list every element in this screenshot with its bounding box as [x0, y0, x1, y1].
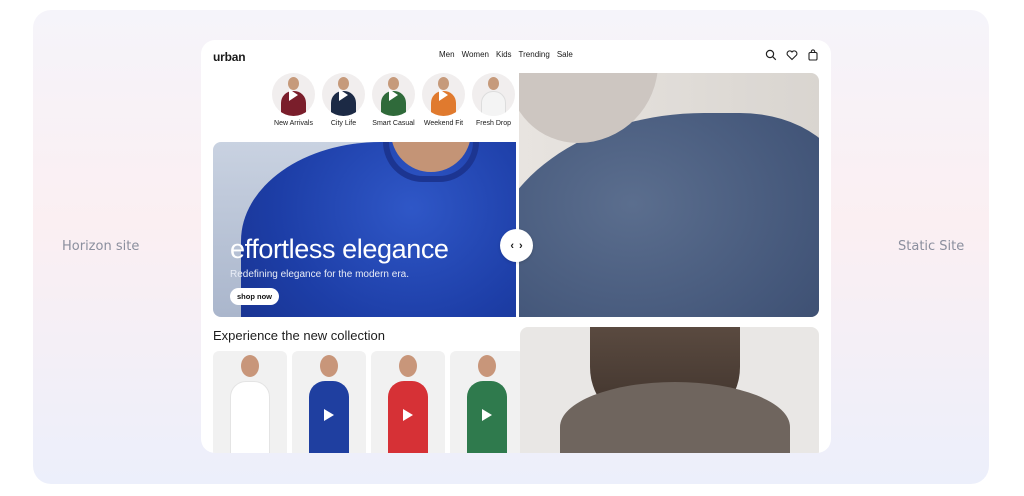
story-thumbnail [472, 73, 515, 116]
nav-women[interactable]: Women [462, 50, 489, 59]
hero-subtitle: Redefining elegance for the modern era. [230, 269, 410, 280]
product-card[interactable] [213, 351, 287, 453]
play-icon [439, 89, 448, 101]
horizon-site-label: Horizon site [62, 239, 140, 254]
story-label: Weekend Fit [423, 120, 464, 127]
static-hero-image [518, 73, 819, 317]
story-thumbnail [372, 73, 415, 116]
bag-icon[interactable] [807, 48, 819, 61]
nav-kids[interactable]: Kids [496, 50, 512, 59]
logo[interactable]: urban [213, 50, 246, 64]
hero-title: effortless elegance [230, 234, 449, 264]
chevron-right-icon: › [519, 239, 523, 252]
story-fresh-drop[interactable]: Fresh Drop [471, 73, 516, 127]
story-label: New Arrivals [274, 120, 313, 127]
story-thumbnail [422, 73, 465, 116]
chevron-left-icon: ‹ [510, 239, 514, 252]
main-nav: Men Women Kids Trending Sale [439, 50, 573, 59]
nav-men[interactable]: Men [439, 50, 455, 59]
product-card[interactable] [450, 351, 524, 453]
static-site-label: Static Site [898, 239, 965, 254]
story-label: Fresh Drop [475, 120, 511, 127]
play-icon [403, 409, 413, 421]
story-thumbnail [272, 73, 315, 116]
play-icon [324, 409, 334, 421]
collection-cards [213, 351, 524, 453]
story-label: Smart Casual [372, 120, 415, 127]
shop-now-button[interactable]: shop now [230, 288, 279, 305]
play-icon [482, 409, 492, 421]
heart-icon[interactable] [786, 48, 798, 61]
story-city-life[interactable]: City Life [321, 73, 366, 127]
story-smart-casual[interactable]: Smart Casual [371, 73, 416, 127]
play-icon [289, 89, 298, 101]
nav-trending[interactable]: Trending [519, 50, 550, 59]
story-label: City Life [330, 120, 357, 127]
product-card[interactable] [371, 351, 445, 453]
compare-divider[interactable] [516, 73, 519, 317]
nav-sale[interactable]: Sale [557, 50, 573, 59]
story-bubbles: New Arrivals City Life Smart Casual Week… [271, 73, 516, 127]
play-icon [389, 89, 398, 101]
story-weekend-fit[interactable]: Weekend Fit [421, 73, 466, 127]
collection-title: Experience the new collection [213, 328, 385, 343]
hero-banner: effortless elegance Redefining elegance … [213, 142, 518, 317]
compare-slider-handle[interactable]: ‹ › [500, 229, 533, 262]
site-window: urban Men Women Kids Trending Sale New A… [201, 40, 831, 453]
play-icon [339, 89, 348, 101]
story-new-arrivals[interactable]: New Arrivals [271, 73, 316, 127]
product-card[interactable] [292, 351, 366, 453]
header-icons [765, 48, 819, 61]
coat-image [520, 327, 819, 453]
search-icon[interactable] [765, 48, 777, 61]
story-thumbnail [322, 73, 365, 116]
